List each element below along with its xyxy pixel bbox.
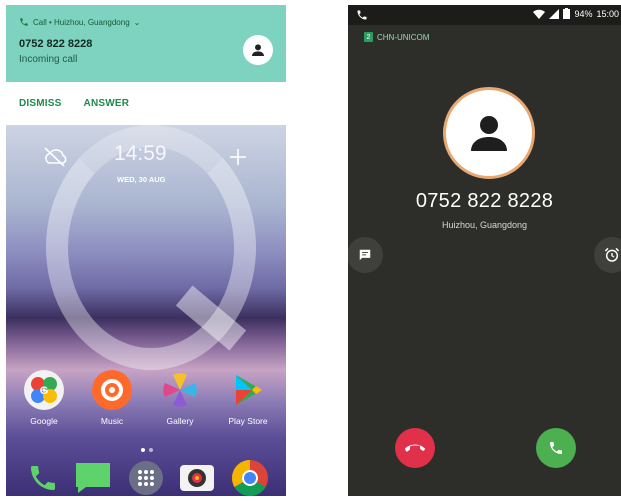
- decline-call-button[interactable]: [395, 428, 435, 468]
- person-icon: [471, 116, 507, 151]
- app-music[interactable]: Music: [84, 370, 140, 426]
- app-gallery[interactable]: Gallery: [152, 370, 208, 426]
- alarm-clock-icon: [604, 247, 620, 262]
- signal-icon: [549, 8, 560, 19]
- add-icon[interactable]: [228, 147, 248, 167]
- notification-header-text: Call • Huizhou, Guangdong: [33, 17, 130, 27]
- notification-subtitle: Incoming call: [19, 54, 78, 65]
- page-indicator: [141, 448, 153, 452]
- carrier-name: CHN-UNICOM: [377, 32, 430, 42]
- person-icon: [252, 44, 264, 56]
- battery-level: 94%: [574, 8, 593, 19]
- gallery-icon: [160, 370, 200, 410]
- status-icons: 94% 15:00: [533, 8, 619, 19]
- phone-icon: [20, 18, 28, 26]
- status-bar: 94% 15:00: [348, 5, 621, 25]
- svg-text:G: G: [40, 385, 49, 397]
- notification-actions: DISMISS ANSWER: [6, 82, 286, 125]
- remind-me-button[interactable]: [594, 237, 621, 273]
- caller-avatar: [243, 35, 273, 65]
- dismiss-button[interactable]: DISMISS: [19, 98, 62, 109]
- app-play-store[interactable]: Play Store: [220, 370, 276, 426]
- app-label: Google: [30, 416, 58, 426]
- chrome-icon[interactable]: [231, 459, 269, 496]
- notification-caller-number: 0752 822 8228: [19, 38, 93, 50]
- hang-up-icon: [405, 444, 425, 452]
- clock-date: WED, 30 AUG: [117, 175, 166, 184]
- play-store-icon: [228, 370, 268, 410]
- app-drawer-icon[interactable]: [127, 459, 165, 496]
- app-label: Play Store: [228, 416, 268, 426]
- wifi-icon: [533, 9, 546, 19]
- answer-button[interactable]: ANSWER: [84, 98, 130, 109]
- status-time: 15:00: [596, 8, 619, 19]
- phone-icon: [357, 10, 367, 20]
- message-icon: [359, 249, 371, 261]
- camera-icon[interactable]: [178, 459, 216, 496]
- incoming-call-screen: 94% 15:00 2 CHN-UNICOM 0752 822 8228 Hui…: [348, 5, 621, 496]
- accept-call-button[interactable]: [536, 428, 576, 468]
- music-icon: [92, 370, 132, 410]
- app-label: Gallery: [166, 416, 194, 426]
- sim-slot-badge: 2: [364, 32, 373, 42]
- phone-icon: [550, 442, 562, 454]
- battery-icon: [563, 8, 571, 19]
- chevron-down-icon[interactable]: ⌄: [134, 18, 141, 27]
- caller-number: 0752 822 8228: [415, 190, 554, 212]
- google-folder-icon: G: [24, 370, 64, 410]
- notification-header: Call • Huizhou, Guangdong ⌄: [19, 17, 140, 27]
- home-screen: 14:59 WED, 30 AUG Call • Huizhou, Guangd…: [6, 5, 286, 496]
- weather-cloud-icon[interactable]: [42, 146, 68, 168]
- incoming-call-notification[interactable]: Call • Huizhou, Guangdong ⌄ 0752 822 822…: [6, 5, 286, 125]
- notification-body[interactable]: Call • Huizhou, Guangdong ⌄ 0752 822 822…: [6, 5, 286, 82]
- app-google[interactable]: G Google: [16, 370, 72, 426]
- caller-avatar: [443, 87, 535, 179]
- carrier-label: 2 CHN-UNICOM: [364, 32, 429, 42]
- app-label: Music: [100, 416, 124, 426]
- reply-message-button[interactable]: [348, 237, 383, 273]
- caller-location: Huizhou, Guangdong: [441, 220, 528, 230]
- phone-icon[interactable]: [24, 459, 62, 496]
- clock-time: 14:59: [114, 142, 167, 165]
- messages-icon[interactable]: [74, 459, 112, 496]
